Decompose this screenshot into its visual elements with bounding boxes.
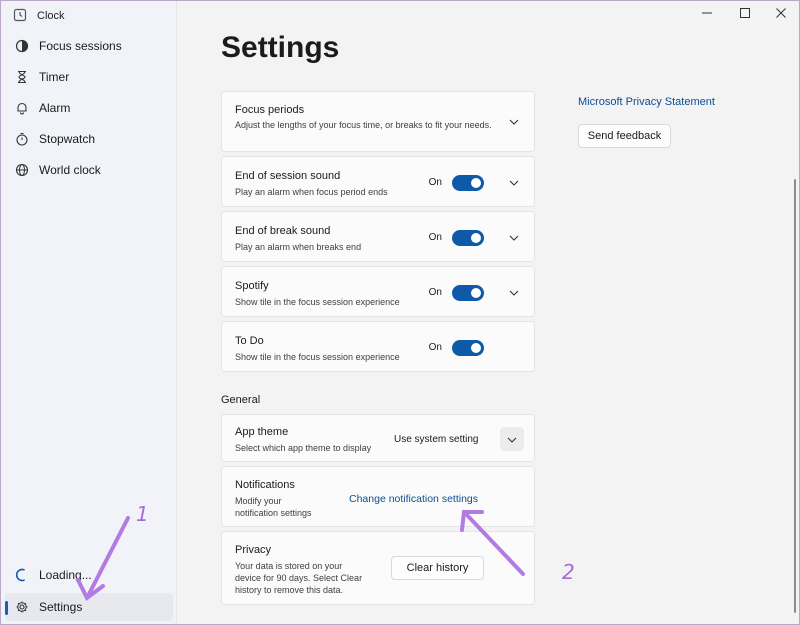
clock-app-window: Clock Focus sessions Timer Alarm Stopwat… — [1, 1, 799, 624]
globe-icon — [5, 163, 39, 177]
spotify-toggle[interactable] — [452, 285, 484, 301]
app-theme-card: App theme Select which app theme to disp… — [221, 414, 535, 462]
sidebar-item-loading: Loading... — [5, 561, 173, 589]
end-break-sound-card: End of break sound Play an alarm when br… — [221, 211, 535, 262]
notifications-desc-line2: notification settings — [235, 508, 312, 518]
end-session-sound-toggle[interactable] — [452, 175, 484, 191]
app-theme-select-value[interactable]: Use system setting — [394, 434, 478, 445]
spotify-card: Spotify Show tile in the focus session e… — [221, 266, 535, 317]
focus-periods-title: Focus periods — [235, 104, 305, 116]
chevron-down-icon[interactable] — [508, 116, 520, 128]
end-session-sound-desc: Play an alarm when focus period ends — [235, 187, 388, 197]
end-break-sound-title: End of break sound — [235, 225, 331, 237]
sidebar-item-focus-sessions[interactable]: Focus sessions — [5, 32, 173, 60]
app-title: Clock — [37, 10, 65, 22]
notifications-title: Notifications — [235, 479, 295, 491]
end-break-sound-desc: Play an alarm when breaks end — [235, 242, 362, 252]
chevron-down-icon — [507, 430, 517, 448]
annotation-number-1: 1 — [136, 502, 149, 526]
todo-toggle[interactable] — [452, 340, 484, 356]
toggle-state-label: On — [428, 287, 442, 298]
todo-desc: Show tile in the focus session experienc… — [235, 352, 400, 362]
notifications-desc-line1: Modify your — [235, 496, 282, 506]
sidebar-loading-label: Loading... — [39, 568, 92, 582]
minimize-icon — [702, 5, 712, 23]
sidebar-item-label: Alarm — [39, 101, 71, 115]
app-theme-dropdown-button[interactable] — [500, 427, 524, 451]
focus-periods-desc: Adjust the lengths of your focus time, o… — [235, 120, 492, 130]
gear-icon — [5, 600, 39, 614]
privacy-desc-line3: history to remove this data. — [235, 585, 344, 595]
annotation-number-2: 2 — [562, 560, 575, 584]
todo-card: To Do Show tile in the focus session exp… — [221, 321, 535, 372]
notifications-card: Notifications Modify your notification s… — [221, 466, 535, 527]
toggle-state-label: On — [428, 232, 442, 243]
sidebar-item-timer[interactable]: Timer — [5, 63, 173, 91]
bell-icon — [5, 101, 39, 115]
end-break-sound-toggle[interactable] — [452, 230, 484, 246]
sidebar-item-settings[interactable]: Settings — [5, 593, 173, 621]
close-icon — [776, 5, 786, 23]
chevron-down-icon[interactable] — [508, 177, 520, 189]
focus-periods-card[interactable]: Focus periods Adjust the lengths of your… — [221, 91, 535, 152]
sidebar-item-label: Stopwatch — [39, 132, 96, 146]
chevron-down-icon[interactable] — [508, 287, 520, 299]
chevron-down-icon[interactable] — [508, 232, 520, 244]
close-button[interactable] — [763, 5, 799, 23]
sidebar-item-stopwatch[interactable]: Stopwatch — [5, 125, 173, 153]
sidebar-item-label: World clock — [39, 163, 101, 177]
sidebar-item-label: Settings — [39, 600, 83, 614]
clear-history-button[interactable]: Clear history — [391, 556, 484, 580]
privacy-desc-line1: Your data is stored on your — [235, 561, 343, 571]
privacy-title: Privacy — [235, 544, 272, 556]
change-notification-settings-link[interactable]: Change notification settings — [349, 493, 478, 505]
sidebar-item-label: Timer — [39, 70, 70, 84]
page-title: Settings — [221, 31, 340, 64]
privacy-desc-line2: device for 90 days. Select Clear — [235, 573, 363, 583]
focus-icon — [5, 39, 39, 53]
sidebar: Clock Focus sessions Timer Alarm Stopwat… — [1, 1, 177, 624]
send-feedback-button[interactable]: Send feedback — [578, 124, 671, 148]
app-theme-desc: Select which app theme to display — [235, 443, 372, 453]
loading-spinner-icon — [5, 568, 39, 582]
spotify-title: Spotify — [235, 280, 269, 292]
app-theme-title: App theme — [235, 426, 289, 438]
privacy-statement-link[interactable]: Microsoft Privacy Statement — [578, 96, 715, 108]
sidebar-item-label: Focus sessions — [39, 39, 122, 53]
spotify-desc: Show tile in the focus session experienc… — [235, 297, 400, 307]
sidebar-item-world-clock[interactable]: World clock — [5, 156, 173, 184]
clock-app-icon — [13, 8, 27, 25]
maximize-button[interactable] — [727, 5, 763, 23]
end-session-sound-card: End of session sound Play an alarm when … — [221, 156, 535, 207]
sidebar-item-alarm[interactable]: Alarm — [5, 94, 173, 122]
end-session-sound-title: End of session sound — [235, 170, 341, 182]
privacy-card: Privacy Your data is stored on your devi… — [221, 531, 535, 605]
toggle-state-label: On — [428, 177, 442, 188]
general-section-label: General — [221, 394, 261, 406]
todo-title: To Do — [235, 335, 264, 347]
minimize-button[interactable] — [689, 5, 725, 23]
scrollbar[interactable] — [794, 179, 796, 613]
hourglass-icon — [5, 70, 39, 84]
app-title-bar: Clock — [13, 7, 65, 25]
toggle-state-label: On — [428, 342, 442, 353]
stopwatch-icon — [5, 132, 39, 146]
maximize-icon — [740, 5, 750, 23]
